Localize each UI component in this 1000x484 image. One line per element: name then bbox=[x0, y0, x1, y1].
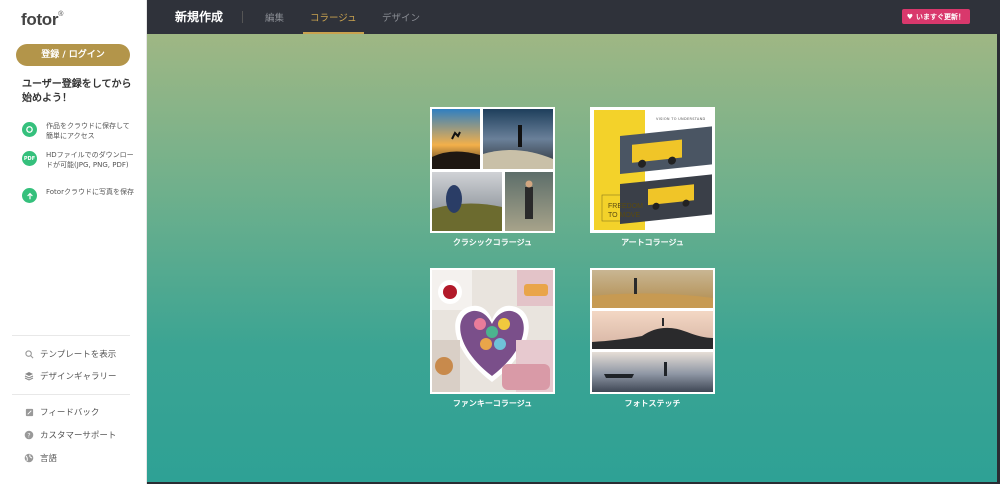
signup-login-button[interactable]: 登録 / ログイン bbox=[16, 44, 130, 66]
help-icon: ? bbox=[24, 430, 34, 440]
layers-icon bbox=[24, 371, 34, 381]
menu-feedback[interactable]: フィードバック bbox=[24, 406, 99, 418]
edit-icon bbox=[24, 407, 34, 417]
diamond-icon: ♥ bbox=[906, 12, 913, 21]
feature-cloud-access: 作品をクラウドに保存して簡単にアクセス bbox=[22, 121, 134, 141]
menu-label: 言語 bbox=[40, 454, 58, 464]
art-collage-title: FREEDOM TO MOVE bbox=[608, 203, 643, 219]
sidebar-divider bbox=[12, 335, 130, 336]
feature-text: Fotorクラウドに写真を保存 bbox=[46, 188, 134, 196]
menu-label: デザインギャラリー bbox=[40, 372, 117, 382]
feature-text: HDファイルでのダウンロードが可能(JPG, PNG, PDF) bbox=[46, 151, 134, 169]
art-collage-small-text: VISION TO UNDERSTAND bbox=[656, 117, 706, 121]
collage-card-classic[interactable] bbox=[430, 107, 555, 233]
menu-label: カスタマーサポート bbox=[40, 431, 117, 441]
collage-label-photo-stitch: フォトステッチ bbox=[624, 399, 681, 408]
title-separator bbox=[242, 11, 243, 23]
sidebar: fotor® 登録 / ログイン ユーザー登録をしてから始めよう！ 作品をクラウ… bbox=[0, 0, 147, 484]
tab-collage[interactable]: コラージュ bbox=[303, 10, 364, 34]
search-icon bbox=[24, 349, 34, 359]
upgrade-button[interactable]: ♥ いますぐ更新！ bbox=[901, 9, 970, 24]
collage-card-art[interactable]: VISION TO UNDERSTAND FREEDOM TO MOVE bbox=[590, 107, 715, 233]
signup-promo-text: ユーザー登録をしてから始めよう！ bbox=[22, 79, 132, 104]
fotor-logo[interactable]: fotor® bbox=[21, 10, 63, 30]
collage-card-photo-stitch[interactable] bbox=[590, 268, 715, 394]
page-title: 新規作成 bbox=[175, 10, 224, 24]
menu-templates[interactable]: テンプレートを表示 bbox=[24, 348, 116, 360]
upload-arrow-icon bbox=[22, 188, 37, 203]
collage-label-classic: クラシックコラージュ bbox=[452, 238, 533, 247]
photo-stitch-thumbnail bbox=[592, 270, 713, 392]
menu-customer-support[interactable]: ? カスタマーサポート bbox=[24, 429, 116, 441]
menu-label: フィードバック bbox=[40, 408, 100, 418]
feature-cloud-save: Fotorクラウドに写真を保存 bbox=[22, 187, 134, 203]
funky-collage-thumbnail bbox=[432, 270, 553, 392]
menu-label: テンプレートを表示 bbox=[40, 350, 117, 360]
feature-text: 作品をクラウドに保存して簡単にアクセス bbox=[46, 122, 130, 140]
classic-collage-thumbnail bbox=[432, 109, 553, 231]
collage-card-funky[interactable] bbox=[430, 268, 555, 394]
tab-edit[interactable]: 編集 bbox=[265, 10, 284, 34]
menu-language[interactable]: 言語 bbox=[24, 452, 57, 464]
collage-picker-area bbox=[147, 34, 997, 482]
svg-text:?: ? bbox=[27, 432, 30, 439]
globe-icon bbox=[24, 453, 34, 463]
sidebar-divider bbox=[12, 394, 130, 395]
feature-hd-download: PDF HDファイルでのダウンロードが可能(JPG, PNG, PDF) bbox=[22, 150, 134, 170]
collage-label-art: アートコラージュ bbox=[621, 238, 684, 247]
upgrade-label: いますぐ更新！ bbox=[916, 12, 965, 21]
collage-label-funky: ファンキーコラージュ bbox=[452, 399, 533, 408]
cloud-sync-icon bbox=[22, 122, 37, 137]
tab-design[interactable]: デザイン bbox=[382, 10, 420, 34]
menu-design-gallery[interactable]: デザインギャラリー bbox=[24, 370, 117, 382]
pdf-icon: PDF bbox=[22, 151, 37, 166]
top-nav-bar: 新規作成 編集 コラージュ デザイン ♥ いますぐ更新！ bbox=[147, 0, 1000, 34]
